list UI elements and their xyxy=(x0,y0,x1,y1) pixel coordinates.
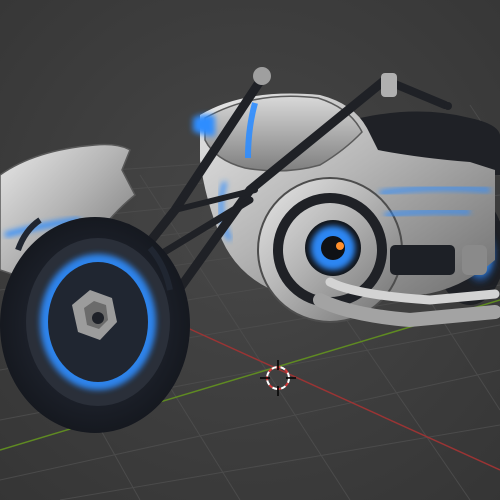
front-wheel xyxy=(0,217,190,433)
engine-indicator xyxy=(336,242,344,250)
3d-viewport[interactable] xyxy=(0,0,500,500)
viewport-canvas[interactable] xyxy=(0,0,500,500)
